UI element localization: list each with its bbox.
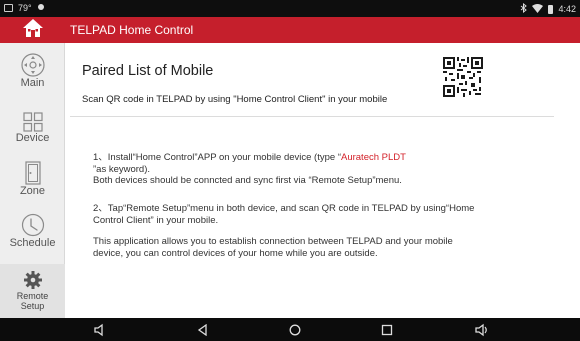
bluetooth-icon	[520, 2, 528, 15]
volume-down-icon[interactable]	[88, 318, 112, 341]
keyword-highlight: Auratech PLDT	[340, 152, 406, 163]
app-title: TELPAD Home Control	[70, 23, 194, 37]
gear-icon	[23, 264, 43, 290]
volume-up-icon[interactable]	[470, 318, 494, 341]
joystick-icon	[20, 51, 45, 77]
navigation-bar	[0, 318, 580, 341]
sidebar-item-label: Schedule	[9, 237, 56, 249]
instruction-step-2: 2、Tap“Remote Setup”menu in both device, …	[93, 203, 475, 226]
gallery-icon	[4, 4, 13, 12]
battery-icon	[548, 4, 554, 14]
sidebar-item-label: Zone	[19, 185, 46, 197]
recents-icon[interactable]	[375, 318, 399, 341]
status-bar: 79° 4:42	[0, 0, 580, 17]
instruction-step-1: 1、Install“Home Control”APP on your mobil…	[93, 152, 406, 186]
sidebar-item-remote-setup[interactable]: Remote Setup	[0, 264, 65, 318]
info-text: This application allows you to establish…	[93, 236, 453, 259]
sidebar: Main Device Zone Schedule Remote Setup	[0, 43, 65, 318]
home-icon	[22, 18, 44, 43]
sidebar-item-label: Remote Setup	[16, 291, 49, 311]
app-header: TELPAD Home Control	[0, 17, 580, 43]
sidebar-item-label: Device	[15, 132, 50, 144]
clock-icon	[21, 211, 45, 237]
back-icon[interactable]	[191, 318, 215, 341]
home-circle-icon[interactable]	[283, 318, 307, 341]
sidebar-item-main[interactable]: Main	[0, 51, 65, 103]
grid-icon	[22, 106, 43, 132]
wifi-icon	[532, 3, 544, 15]
qr-code-icon	[443, 57, 483, 97]
home-button[interactable]	[0, 17, 65, 43]
temperature-text: 79°	[18, 3, 32, 13]
divider	[70, 116, 554, 117]
sidebar-item-label: Main	[20, 77, 45, 89]
sidebar-item-device[interactable]: Device	[0, 106, 65, 158]
sidebar-item-schedule[interactable]: Schedule	[0, 211, 65, 263]
clock-time: 4:42	[558, 4, 576, 14]
sidebar-item-zone[interactable]: Zone	[0, 159, 65, 211]
page-subtitle: Scan QR code in TELPAD by using "Home Co…	[82, 94, 388, 105]
page-title: Paired List of Mobile	[82, 63, 214, 79]
door-icon	[24, 159, 42, 185]
app-icon	[37, 3, 45, 13]
